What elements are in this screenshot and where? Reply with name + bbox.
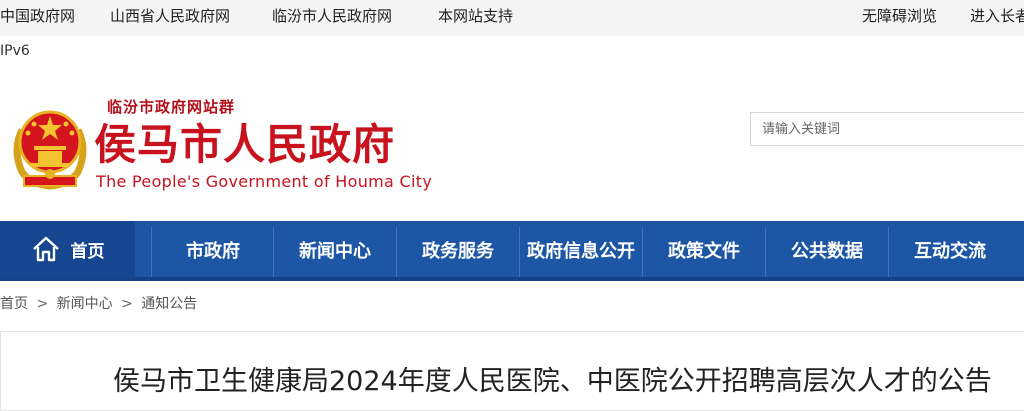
breadcrumb-home[interactable]: 首页: [0, 296, 28, 312]
breadcrumb-news[interactable]: 新闻中心: [57, 296, 113, 312]
article-title: 侯马市卫生健康局2024年度人民医院、中医院公开招聘高层次人才的公告: [113, 366, 992, 397]
nav-home[interactable]: 首页: [0, 221, 135, 277]
search-input[interactable]: [750, 112, 1024, 146]
link-linfen-gov[interactable]: 临汾市人民政府网: [272, 0, 392, 32]
site-title-english: The People's Government of Houma City: [96, 172, 433, 191]
national-emblem-icon: [8, 100, 92, 192]
home-icon: [32, 236, 59, 262]
accessibility-link[interactable]: 无障碍浏览: [862, 0, 937, 32]
nav-item-services[interactable]: 政务服务: [396, 227, 519, 277]
breadcrumb-separator: >: [36, 296, 49, 312]
ipv6-badge: IPv6: [0, 43, 30, 59]
nav-item-public-data[interactable]: 公共数据: [765, 227, 888, 277]
nav-item-city-gov[interactable]: 市政府: [151, 227, 274, 277]
site-title: 侯马市人民政府: [94, 120, 396, 169]
nav-item-interaction[interactable]: 互动交流: [888, 227, 1011, 277]
nav-item-policy-docs[interactable]: 政策文件: [642, 227, 765, 277]
main-nav: 首页 市政府 新闻中心 政务服务 政府信息公开 政策文件 公共数据 互动交流: [0, 221, 1024, 281]
breadcrumb-notices[interactable]: 通知公告: [141, 296, 197, 312]
breadcrumb-separator: >: [121, 296, 133, 312]
nav-item-info-disclosure[interactable]: 政府信息公开: [519, 227, 642, 277]
link-gov-cn[interactable]: 中国政府网: [0, 0, 75, 32]
breadcrumb: 首页 > 新闻中心 > 通知公告: [0, 294, 197, 314]
top-link-bar: 中国政府网 山西省人民政府网 临汾市人民政府网 本网站支持 无障碍浏览 进入长者: [0, 0, 1024, 36]
nav-home-label: 首页: [70, 241, 105, 262]
nav-item-news[interactable]: 新闻中心: [273, 227, 396, 277]
link-shanxi-gov[interactable]: 山西省人民政府网: [110, 0, 230, 32]
link-site-support[interactable]: 本网站支持: [438, 0, 513, 32]
site-group-label: 临汾市政府网站群: [107, 98, 236, 116]
elder-mode-link[interactable]: 进入长者: [970, 0, 1024, 32]
